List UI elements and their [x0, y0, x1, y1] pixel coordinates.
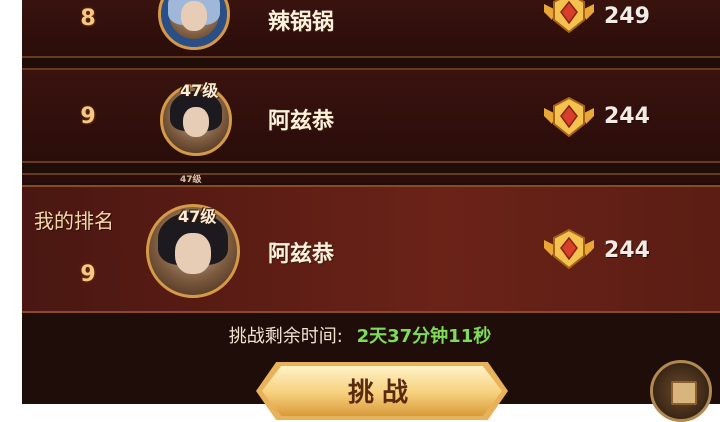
- challenge-timer: 挑战剩余时间: 2天37分钟11秒: [0, 322, 720, 348]
- timer-label: 挑战剩余时间:: [228, 326, 343, 347]
- player-score: 249: [604, 4, 650, 29]
- avatar-face: [175, 233, 211, 274]
- player-name: 阿兹恭: [268, 109, 335, 134]
- my-level: 47级: [178, 207, 217, 226]
- player-level-partial: 47级: [180, 175, 202, 185]
- my-rank-number: 9: [80, 262, 96, 287]
- avatar-face: [180, 0, 208, 32]
- my-score: 244: [604, 238, 650, 263]
- gold-rank-medal-icon: [544, 228, 594, 270]
- chest-box: [671, 381, 697, 405]
- my-rank-label: 我的排名: [34, 209, 114, 233]
- gold-rank-medal-icon: [544, 96, 594, 138]
- my-name: 阿兹恭: [268, 242, 335, 267]
- rank-number: 8: [80, 6, 96, 31]
- ranking-row-partial: [22, 173, 720, 183]
- treasure-chest-icon[interactable]: [650, 360, 712, 422]
- avatar-face: [182, 106, 210, 138]
- player-score: 244: [604, 104, 650, 129]
- challenge-button[interactable]: 挑战: [262, 366, 502, 416]
- timer-value: 2天37分钟11秒: [356, 326, 492, 347]
- player-level: 47级: [180, 81, 219, 100]
- rank-number: 9: [80, 104, 96, 129]
- player-name: 辣锅锅: [268, 10, 335, 35]
- gold-rank-medal-icon: [544, 0, 594, 34]
